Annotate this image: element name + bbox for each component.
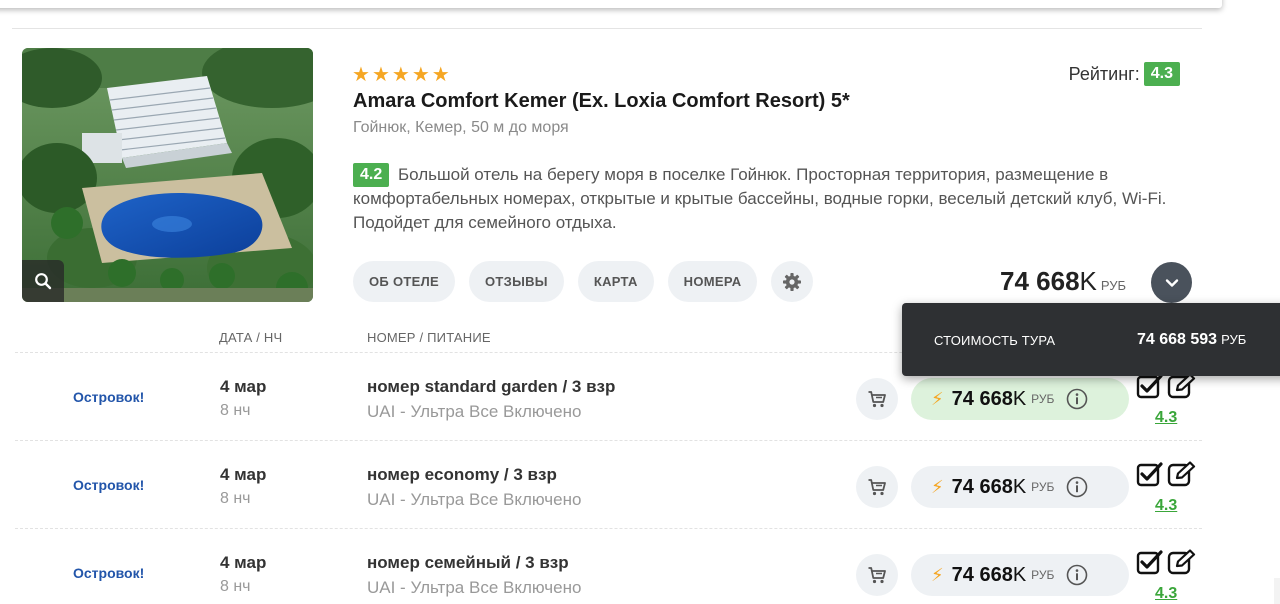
offer-price-suffix: K — [1012, 387, 1027, 410]
edit-icon[interactable] — [1167, 549, 1197, 575]
scrollbar-fragment — [1274, 578, 1280, 604]
star-icon: ★ — [431, 62, 450, 86]
settings-button[interactable] — [771, 261, 814, 302]
hotel-location: Гойнюк, Кемер, 50 м до моря — [353, 119, 569, 136]
offer-date: 4 мар — [220, 465, 267, 484]
table-row: Островок! 4 мар 8 нч номер economy / 3 в… — [15, 440, 1202, 528]
operator-name: Островок! — [73, 477, 145, 493]
offer-room: номер economy / 3 взр — [367, 465, 557, 484]
cart-icon — [868, 479, 886, 496]
offer-rating-link[interactable]: 4.3 — [1155, 497, 1177, 515]
star-icon: ★ — [391, 62, 410, 86]
offer-price-button[interactable]: ⚡ 74 668 K РУБ — [911, 378, 1129, 420]
offer-meal: UAI - Ультра Все Включено — [367, 578, 582, 597]
offer-price-button[interactable]: ⚡ 74 668 K РУБ — [911, 554, 1129, 596]
offer-nights: 8 нч — [220, 402, 251, 419]
hotel-name[interactable]: Amara Comfort Kemer (Ex. Loxia Comfort R… — [353, 90, 850, 113]
top-panel — [0, 0, 1222, 8]
star-icon: ★ — [411, 62, 430, 86]
price-value: 74 668 — [1000, 266, 1080, 296]
info-icon[interactable] — [1066, 564, 1088, 586]
rating-badge: 4.3 — [1143, 62, 1180, 86]
tooltip-currency: РУБ — [1221, 332, 1247, 347]
hotel-rating: Рейтинг: 4.3 — [1069, 62, 1180, 86]
star-icon: ★ — [352, 62, 370, 86]
offer-date: 4 мар — [220, 377, 267, 396]
description-text: Большой отель на берегу моря в поселке Г… — [353, 165, 1167, 232]
offer-price-value: 74 668 — [951, 563, 1013, 586]
offer-meal: UAI - Ультра Все Включено — [367, 402, 582, 421]
offers-table: Островок! 4 мар 8 нч номер standard gard… — [15, 352, 1202, 604]
offer-rating-link[interactable]: 4.3 — [1155, 409, 1177, 427]
add-to-cart-button[interactable] — [856, 554, 898, 596]
offer-nights: 8 нч — [220, 490, 251, 507]
gear-icon — [783, 272, 802, 291]
info-icon[interactable] — [1066, 388, 1088, 410]
hotel-tabs: ОБ ОТЕЛЕ ОТЗЫВЫ КАРТА НОМЕРА — [353, 261, 814, 302]
column-header-date: ДАТА / НЧ — [219, 330, 283, 345]
search-icon — [35, 273, 52, 290]
table-row: Островок! 4 мар 8 нч номер семейный / 3 … — [15, 528, 1202, 604]
add-to-cart-button[interactable] — [856, 466, 898, 508]
review-score-badge: 4.2 — [353, 163, 390, 187]
row-actions — [1136, 549, 1197, 575]
expand-button[interactable] — [1151, 262, 1192, 303]
tab-about[interactable]: ОБ ОТЕЛЕ — [353, 261, 455, 302]
cart-icon — [868, 567, 886, 584]
zoom-button[interactable] — [22, 260, 64, 302]
tab-rooms[interactable]: НОМЕРА — [667, 261, 758, 302]
checkbox-icon[interactable] — [1136, 373, 1164, 399]
cart-icon — [868, 391, 886, 408]
offer-room: номер семейный / 3 взр — [367, 553, 569, 572]
tooltip-label: СТОИМОСТЬ ТУРА — [934, 333, 1056, 348]
offer-rating-link[interactable]: 4.3 — [1155, 585, 1177, 603]
rating-label: Рейтинг: — [1068, 63, 1140, 84]
price-suffix: K — [1079, 266, 1097, 296]
tour-price-tooltip: СТОИМОСТЬ ТУРА 74 668 593 РУБ — [902, 303, 1280, 376]
star-icon: ★ — [371, 62, 390, 86]
edit-icon[interactable] — [1167, 373, 1197, 399]
hotel-photo-image — [22, 48, 313, 302]
checkbox-icon[interactable] — [1136, 461, 1164, 487]
operator-name: Островок! — [73, 389, 145, 405]
offer-price-value: 74 668 — [951, 387, 1013, 410]
lightning-icon: ⚡ — [931, 476, 944, 498]
lightning-icon: ⚡ — [931, 564, 944, 586]
operator-name: Островок! — [73, 565, 145, 581]
hotel-description: 4.2 Большой отель на берегу моря в посел… — [353, 163, 1183, 235]
tab-map[interactable]: КАРТА — [577, 261, 654, 302]
hotel-min-price: 74 668K РУБ — [1000, 266, 1126, 297]
hotel-stars: ★ ★ ★ ★ ★ — [352, 64, 450, 84]
offer-price-currency: РУБ — [1031, 480, 1055, 494]
offer-price-button[interactable]: ⚡ 74 668 K РУБ — [911, 466, 1129, 508]
chevron-down-icon — [1165, 278, 1178, 287]
offer-price-suffix: K — [1012, 475, 1027, 498]
offer-room: номер standard garden / 3 взр — [367, 377, 616, 396]
edit-icon[interactable] — [1167, 461, 1197, 487]
info-icon[interactable] — [1066, 476, 1088, 498]
row-actions — [1136, 373, 1197, 399]
offer-meal: UAI - Ультра Все Включено — [367, 490, 582, 509]
lightning-icon: ⚡ — [931, 388, 944, 410]
add-to-cart-button[interactable] — [856, 378, 898, 420]
tab-reviews[interactable]: ОТЗЫВЫ — [468, 261, 564, 302]
checkbox-icon[interactable] — [1136, 549, 1164, 575]
offer-price-currency: РУБ — [1031, 392, 1055, 406]
tooltip-price: 74 668 593 — [1137, 331, 1218, 348]
offer-date: 4 мар — [220, 553, 267, 572]
row-actions — [1136, 461, 1197, 487]
column-header-room: НОМЕР / ПИТАНИЕ — [367, 330, 491, 345]
price-currency: РУБ — [1100, 278, 1127, 293]
tooltip-value: 74 668 593 РУБ — [1137, 331, 1246, 349]
offer-price-currency: РУБ — [1031, 568, 1055, 582]
offer-price-value: 74 668 — [951, 475, 1013, 498]
offer-nights: 8 нч — [220, 578, 251, 595]
hotel-photo[interactable] — [22, 48, 313, 302]
divider — [12, 28, 1202, 29]
offer-price-suffix: K — [1012, 563, 1027, 586]
